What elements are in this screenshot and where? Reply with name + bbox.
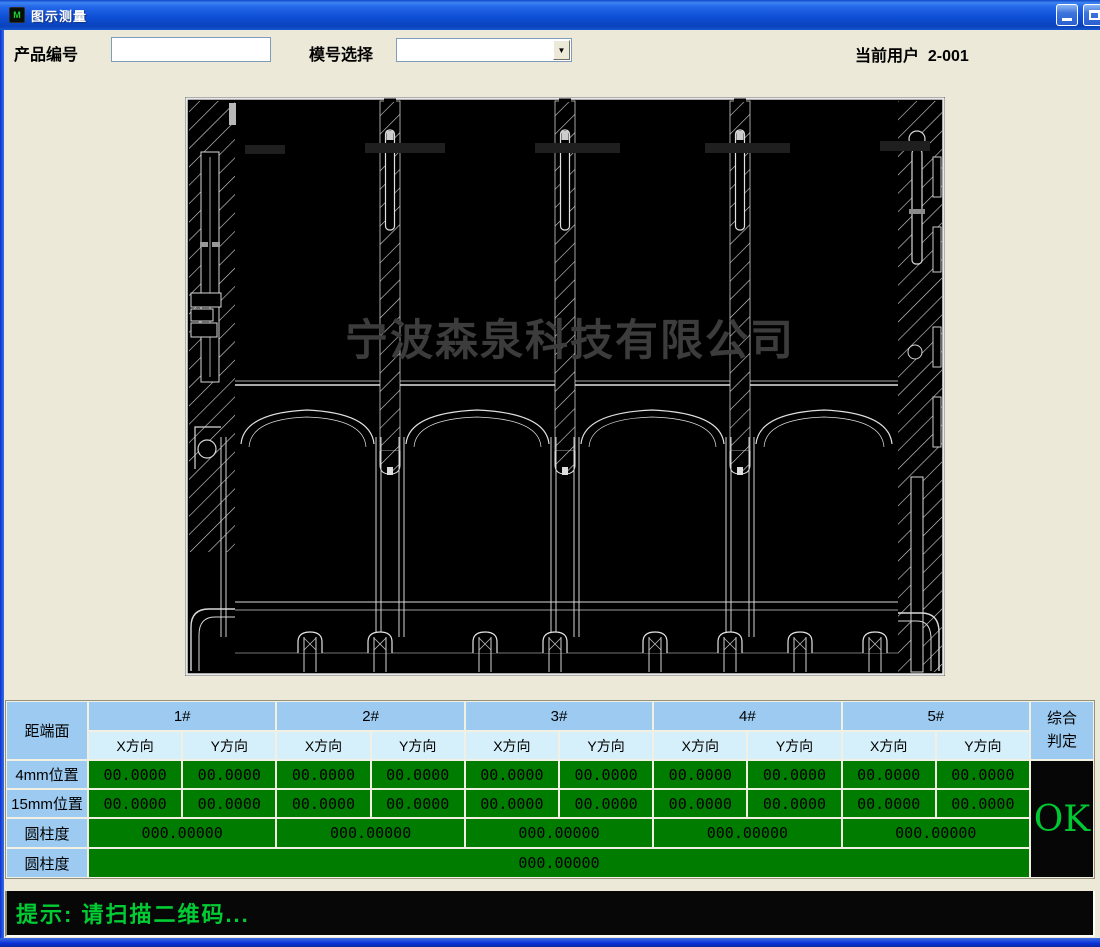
value-cell: 00.0000 (277, 790, 369, 817)
subheader-x: X方向 (466, 732, 558, 759)
value-cell: 00.0000 (560, 761, 652, 788)
client-area: 产品编号 模号选择 ▼ 当前用户 2-001 (4, 30, 1100, 938)
watermark-text: 宁波森泉科技有限公司 (345, 317, 795, 365)
subheader-x: X方向 (654, 732, 746, 759)
value-cell: 000.00000 (843, 819, 1029, 847)
overall-judge-value: OK (1031, 761, 1093, 877)
subheader-y: Y方向 (560, 732, 652, 759)
window-border-bottom (0, 938, 1100, 947)
mold-select-label: 模号选择 (309, 41, 373, 65)
value-cell: 00.0000 (183, 790, 275, 817)
product-number-label: 产品编号 (14, 41, 78, 65)
value-cell: 00.0000 (183, 761, 275, 788)
value-cell: 00.0000 (466, 790, 558, 817)
value-cell: 000.00000 (89, 849, 1029, 877)
chevron-down-icon[interactable]: ▼ (553, 40, 570, 60)
status-message: 提示: 请扫描二维码... (7, 897, 250, 929)
subheader-x: X方向 (89, 732, 181, 759)
value-cell: 00.0000 (277, 761, 369, 788)
subheader-x: X方向 (843, 732, 935, 759)
maximize-icon (1089, 10, 1100, 20)
row-label-cylindricity-total: 圆柱度 (7, 849, 87, 877)
current-user: 当前用户 2-001 (855, 42, 969, 66)
subheader-y: Y方向 (183, 732, 275, 759)
value-cell: 00.0000 (89, 790, 181, 817)
minimize-button[interactable] (1056, 4, 1078, 26)
group-header-5: 5# (843, 702, 1029, 730)
subheader-x: X方向 (277, 732, 369, 759)
value-cell: 000.00000 (654, 819, 840, 847)
mold-select-dropdown[interactable]: ▼ (396, 38, 572, 62)
row-label-4mm: 4mm位置 (7, 761, 87, 788)
cad-drawing-viewport: 宁波森泉科技有限公司 (185, 97, 945, 676)
title-bar[interactable]: M 图示测量 (0, 0, 1100, 30)
value-cell: 00.0000 (372, 790, 464, 817)
value-cell: 00.0000 (748, 790, 840, 817)
group-header-3: 3# (466, 702, 652, 730)
value-cell: 00.0000 (466, 761, 558, 788)
value-cell: 00.0000 (843, 761, 935, 788)
subheader-y: Y方向 (937, 732, 1029, 759)
app-icon: M (9, 7, 25, 23)
group-header-4: 4# (654, 702, 840, 730)
value-cell: 00.0000 (937, 790, 1029, 817)
judge-header-line1: 综合 (1047, 708, 1077, 731)
minimize-icon (1062, 18, 1072, 21)
group-header-2: 2# (277, 702, 463, 730)
value-cell: 00.0000 (748, 761, 840, 788)
value-cell: 00.0000 (89, 761, 181, 788)
judge-header-line2: 判定 (1047, 731, 1077, 754)
value-cell: 00.0000 (654, 790, 746, 817)
value-cell: 00.0000 (654, 761, 746, 788)
app-window: M 图示测量 产品编号 模号选择 ▼ 当前用户 2-001 (0, 0, 1100, 947)
value-cell: 000.00000 (89, 819, 275, 847)
subheader-y: Y方向 (748, 732, 840, 759)
current-user-label: 当前用户 (855, 48, 919, 65)
product-number-input[interactable] (111, 37, 271, 62)
value-cell: 00.0000 (372, 761, 464, 788)
current-user-value: 2-001 (928, 48, 969, 65)
judge-header: 综合 判定 (1031, 702, 1093, 759)
row-label-15mm: 15mm位置 (7, 790, 87, 817)
status-bar: 提示: 请扫描二维码... (5, 891, 1095, 937)
value-cell: 00.0000 (843, 790, 935, 817)
value-cell: 00.0000 (560, 790, 652, 817)
subheader-y: Y方向 (372, 732, 464, 759)
group-header-1: 1# (89, 702, 275, 730)
value-cell: 000.00000 (277, 819, 463, 847)
window-title: 图示测量 (31, 6, 87, 25)
measurement-table: 距端面 1# 2# 3# 4# 5# 综合 判定 X方向 Y方向 X方向 Y方向… (5, 700, 1095, 879)
table-corner-label: 距端面 (7, 702, 87, 759)
mold-section-drawing: 宁波森泉科技有限公司 (185, 97, 945, 676)
row-label-cylindricity: 圆柱度 (7, 819, 87, 847)
maximize-button[interactable] (1083, 4, 1100, 26)
value-cell: 000.00000 (466, 819, 652, 847)
value-cell: 00.0000 (937, 761, 1029, 788)
